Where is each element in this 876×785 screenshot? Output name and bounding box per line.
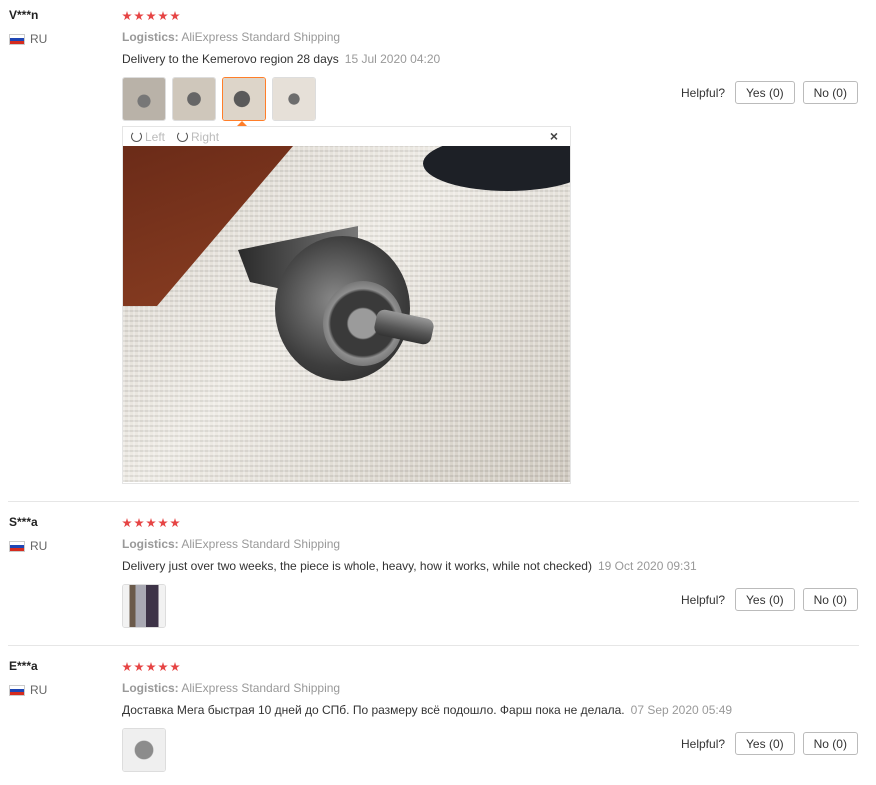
helpful-label: Helpful? — [681, 592, 726, 607]
star-icon — [158, 11, 168, 21]
rotate-left-icon — [131, 131, 142, 142]
review-text: Delivery just over two weeks, the piece … — [122, 559, 697, 573]
photo-thumbnail[interactable] — [122, 728, 166, 772]
star-icon — [158, 662, 168, 672]
star-icon — [134, 662, 144, 672]
star-rating — [122, 518, 180, 528]
helpful-label: Helpful? — [681, 85, 726, 100]
buyer-country: RU — [9, 683, 47, 697]
logistics-value: AliExpress Standard Shipping — [181, 537, 341, 551]
no-button[interactable]: No (0) — [802, 81, 858, 104]
photo-thumbnail-active[interactable] — [222, 77, 266, 121]
photo-thumbnail[interactable] — [122, 77, 166, 121]
logistics-value: AliExpress Standard Shipping — [181, 681, 341, 695]
star-icon — [170, 11, 180, 21]
star-icon — [146, 11, 156, 21]
star-icon — [170, 662, 180, 672]
star-icon — [122, 518, 132, 528]
helpful-label: Helpful? — [681, 736, 726, 751]
photo-thumbnail[interactable] — [172, 77, 216, 121]
star-icon — [122, 11, 132, 21]
review-text: Delivery to the Kemerovo region 28 days 1… — [122, 52, 440, 66]
star-icon — [158, 518, 168, 528]
star-icon — [170, 518, 180, 528]
divider — [8, 645, 859, 646]
divider — [8, 501, 859, 502]
photo-thumbnails — [122, 77, 316, 121]
helpful-vote: Helpful? Yes (0) No (0) — [681, 732, 858, 755]
star-icon — [146, 518, 156, 528]
country-code: RU — [30, 683, 48, 697]
review-photo — [123, 146, 570, 482]
photo-thumbnail[interactable] — [122, 584, 166, 628]
rotate-left-label: Left — [145, 129, 166, 144]
review-date: 15 Jul 2020 04:20 — [344, 52, 441, 66]
review-body: Доставка Мега быстрая 10 дней до СПб. По… — [122, 703, 625, 717]
russia-flag-icon — [9, 33, 25, 45]
buyer-country: RU — [9, 32, 47, 46]
logistics-info: Logistics: AliExpress Standard Shipping — [122, 681, 340, 695]
photo-thumbnails — [122, 584, 166, 628]
buyer-name: V***n — [9, 8, 39, 22]
star-icon — [122, 662, 132, 672]
star-rating — [122, 11, 180, 21]
yes-button[interactable]: Yes (0) — [735, 81, 795, 104]
buyer-country: RU — [9, 539, 47, 553]
buyer-name: S***a — [9, 515, 38, 529]
star-icon — [146, 662, 156, 672]
yes-button[interactable]: Yes (0) — [735, 732, 795, 755]
star-icon — [134, 518, 144, 528]
logistics-value: AliExpress Standard Shipping — [181, 30, 341, 44]
rotate-right-label: Right — [191, 129, 220, 144]
photo-thumbnail[interactable] — [272, 77, 316, 121]
no-button[interactable]: No (0) — [802, 732, 858, 755]
photo-viewer: Left Right × — [122, 126, 571, 484]
review-body: Delivery to the Kemerovo region 28 days — [122, 52, 339, 66]
buyer-name: E***a — [9, 659, 38, 673]
russia-flag-icon — [9, 684, 25, 696]
review-body: Delivery just over two weeks, the piece … — [122, 559, 592, 573]
review-date: 07 Sep 2020 05:49 — [630, 703, 733, 717]
rotate-right-icon — [177, 131, 189, 142]
photo-thumbnails — [122, 728, 166, 772]
viewer-toolbar: Left Right × — [123, 127, 570, 146]
logistics-info: Logistics: AliExpress Standard Shipping — [122, 30, 340, 44]
helpful-vote: Helpful? Yes (0) No (0) — [681, 81, 858, 104]
logistics-label: Logistics: — [122, 30, 179, 44]
logistics-label: Logistics: — [122, 681, 179, 695]
rotate-left-button[interactable]: Left — [131, 130, 165, 144]
review-date: 19 Oct 2020 09:31 — [597, 559, 697, 573]
yes-button[interactable]: Yes (0) — [735, 588, 795, 611]
close-icon[interactable]: × — [550, 128, 558, 144]
star-icon — [134, 11, 144, 21]
country-code: RU — [30, 539, 48, 553]
russia-flag-icon — [9, 540, 25, 552]
country-code: RU — [30, 32, 48, 46]
logistics-info: Logistics: AliExpress Standard Shipping — [122, 537, 340, 551]
helpful-vote: Helpful? Yes (0) No (0) — [681, 588, 858, 611]
rotate-right-button[interactable]: Right — [177, 130, 219, 144]
star-rating — [122, 662, 180, 672]
logistics-label: Logistics: — [122, 537, 179, 551]
no-button[interactable]: No (0) — [802, 588, 858, 611]
review-text: Доставка Мега быстрая 10 дней до СПб. По… — [122, 703, 732, 717]
